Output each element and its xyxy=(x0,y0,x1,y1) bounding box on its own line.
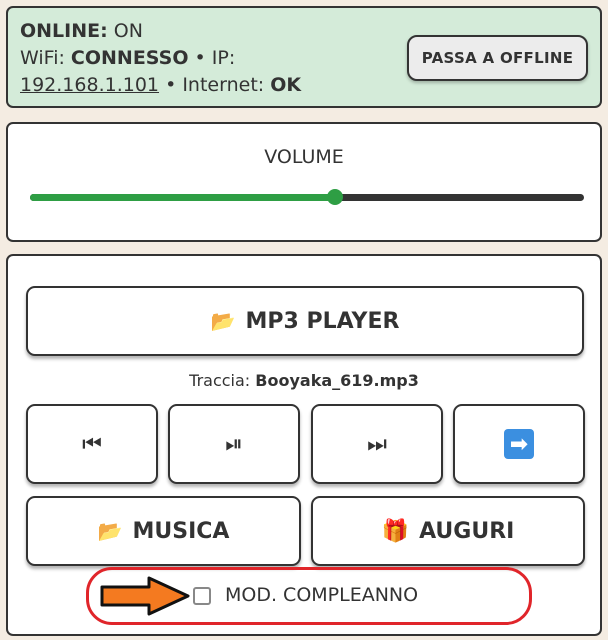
play-pause-button[interactable]: ⏯ xyxy=(168,404,300,484)
track-name: Booyaka_619.mp3 xyxy=(255,371,419,390)
internet-value: OK xyxy=(270,74,302,96)
music-label: MUSICA xyxy=(132,518,230,544)
volume-label: VOLUME xyxy=(264,146,344,168)
next-track-icon: ⏭ xyxy=(367,431,387,457)
folder-icon: 📂 xyxy=(97,519,123,543)
greetings-label: AUGURI xyxy=(419,518,515,544)
player-panel: 📂 MP3 PLAYER Traccia: Booyaka_619.mp3 ⏮ … xyxy=(6,254,602,636)
volume-panel: VOLUME xyxy=(6,122,602,242)
mp3-player-button[interactable]: 📂 MP3 PLAYER xyxy=(26,286,584,356)
wifi-label: WiFi: xyxy=(20,47,65,69)
greetings-button[interactable]: 🎁 AUGURI xyxy=(311,496,585,566)
folder-icon: 📂 xyxy=(210,309,236,333)
volume-thumb[interactable] xyxy=(326,189,343,205)
birthday-mode-label[interactable]: MOD. COMPLEANNO xyxy=(225,584,418,606)
track-label: Traccia: xyxy=(189,371,251,390)
internet-label: Internet: xyxy=(182,74,265,96)
ip-address: 192.168.1.101 xyxy=(20,74,160,96)
status-text: ONLINE: ON WiFi: CONNESSO • IP: 192.168.… xyxy=(20,20,302,96)
play-pause-icon: ⏯ xyxy=(225,431,243,457)
mp3-player-label: MP3 PLAYER xyxy=(245,308,400,334)
volume-fill xyxy=(30,194,335,201)
right-arrow-icon: ➡ xyxy=(504,429,534,459)
ip-label: IP: xyxy=(211,47,236,69)
pointer-arrow-icon xyxy=(100,576,190,616)
volume-slider[interactable] xyxy=(30,189,584,205)
gift-icon: 🎁 xyxy=(381,518,410,544)
previous-track-icon: ⏮ xyxy=(82,431,102,457)
forward-button[interactable]: ➡ xyxy=(453,404,585,484)
network-status-panel: ONLINE: ON WiFi: CONNESSO • IP: 192.168.… xyxy=(6,6,602,108)
current-track: Traccia: Booyaka_619.mp3 xyxy=(8,371,600,390)
online-value: ON xyxy=(113,20,143,42)
birthday-mode-highlight: MOD. COMPLEANNO xyxy=(86,567,532,625)
online-label: ONLINE: xyxy=(20,20,108,42)
next-track-button[interactable]: ⏭ xyxy=(311,404,443,484)
previous-track-button[interactable]: ⏮ xyxy=(26,404,158,484)
birthday-mode-checkbox[interactable] xyxy=(193,587,211,605)
go-offline-button[interactable]: PASSA A OFFLINE xyxy=(407,35,588,81)
wifi-value: CONNESSO xyxy=(70,47,189,69)
music-button[interactable]: 📂 MUSICA xyxy=(26,496,301,566)
